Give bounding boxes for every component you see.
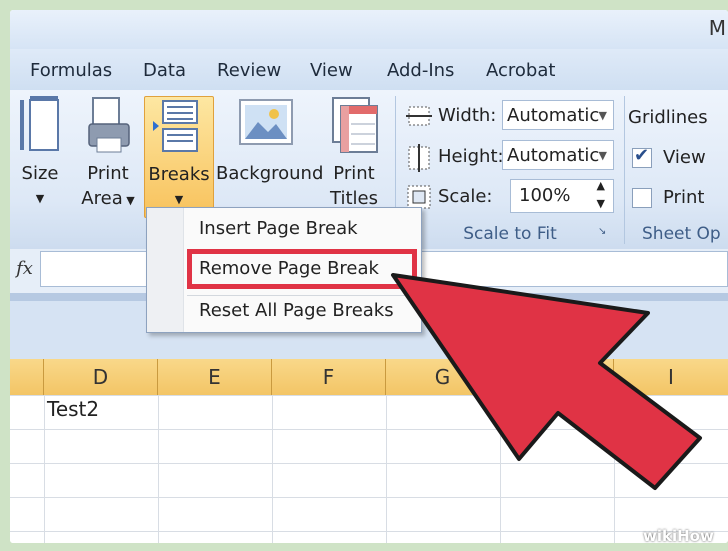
red-pointer-arrow-icon (391, 273, 702, 490)
excel-window: M Formulas Data Review View Add-Ins Acro… (10, 10, 728, 543)
watermark-logo: wikiHow (643, 527, 714, 545)
